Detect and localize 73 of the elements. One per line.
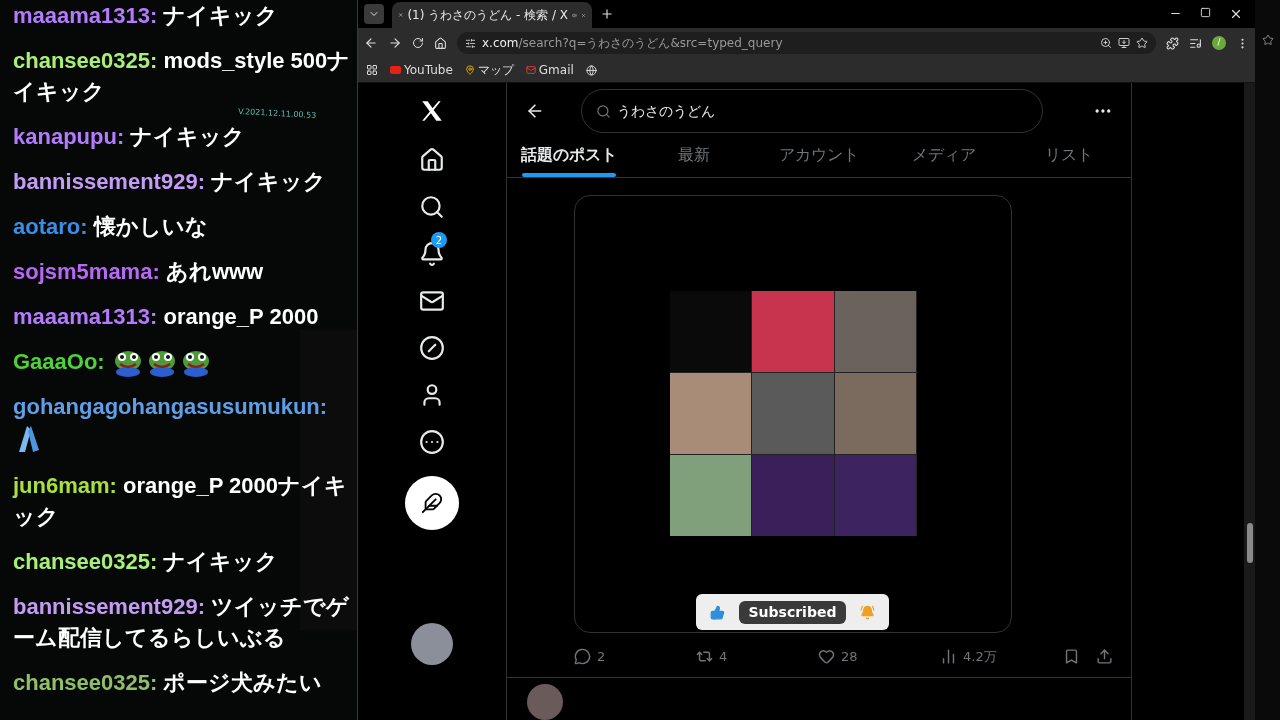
mail-icon	[525, 65, 536, 75]
close-window-icon[interactable]	[1229, 7, 1243, 21]
bookmark-star-icon[interactable]	[1136, 37, 1148, 49]
maximize-icon[interactable]	[1200, 7, 1211, 18]
bell-icon	[860, 604, 875, 620]
bookmark-item[interactable]: YouTube	[390, 61, 453, 79]
chat-message: aotaro: 懐かしいな	[13, 213, 209, 241]
chat-message: kanapupu: ナイキック	[13, 123, 247, 151]
scrollbar[interactable]	[1244, 83, 1255, 720]
mail-icon[interactable]	[419, 288, 445, 314]
back-icon[interactable]	[364, 36, 378, 50]
tab-title: (1) うわさのうどん - 検索 / X	[407, 7, 569, 24]
reload-icon[interactable]	[412, 37, 424, 49]
post-stat[interactable]: 28	[818, 646, 940, 667]
thumbs-up-icon	[710, 604, 725, 620]
share-icon[interactable]	[1096, 648, 1113, 666]
post-button[interactable]	[405, 476, 459, 530]
search-tab[interactable]: 話題のポスト	[507, 133, 632, 178]
user-avatar[interactable]	[411, 623, 453, 665]
bar-chart-icon[interactable]	[940, 648, 957, 666]
bookmark-item[interactable]: Gmail	[525, 61, 574, 79]
feather-icon[interactable]	[421, 492, 443, 514]
author-avatar	[527, 684, 563, 720]
search-icon[interactable]	[419, 194, 445, 220]
globe-icon[interactable]	[585, 64, 597, 76]
chat-message: GaaaOo:	[13, 346, 355, 378]
apps-icon[interactable]	[366, 64, 378, 76]
browser-tab[interactable]: (1) うわさのうどん - 検索 / X	[392, 2, 592, 28]
post-stat[interactable]: 4	[696, 646, 818, 667]
version-label: V.2021.12.11.00.53	[237, 106, 317, 122]
address-bar[interactable]: x.com/search?q=うわさのうどん&src=typed_query	[457, 32, 1156, 54]
zoom-icon[interactable]	[1100, 37, 1112, 49]
post-stat[interactable]: 4.2万	[940, 646, 1062, 667]
star-icon[interactable]	[1261, 34, 1274, 46]
chat-message: bannissement929: ツイッチでゲーム配信してるらしいぶる	[13, 593, 351, 653]
home-icon[interactable]	[434, 36, 447, 50]
media-card[interactable]: Subscribed	[574, 195, 1012, 634]
slashed-circle-icon[interactable]	[419, 335, 445, 361]
bookmark-item[interactable]: マップ	[464, 61, 514, 79]
new-tab-icon[interactable]	[600, 7, 614, 21]
chat-message: gohangagohangasusumukun:	[13, 391, 355, 457]
map-pin-icon	[464, 65, 475, 75]
forward-icon[interactable]	[388, 36, 402, 50]
frog-emote-icon	[180, 349, 211, 378]
bookmark-icon[interactable]	[1063, 648, 1080, 666]
search-tab[interactable]: リスト	[1006, 133, 1131, 178]
frog-emote-icon	[112, 349, 143, 378]
search-tab[interactable]: アカウント	[756, 133, 882, 178]
search-tab[interactable]: 最新	[631, 133, 757, 178]
subscribed-label: Subscribed	[738, 600, 847, 624]
search-tab[interactable]: メディア	[881, 133, 1007, 178]
profile-avatar[interactable]: /	[1212, 36, 1226, 50]
chat-message: sojsm5mama: あれwww	[13, 258, 265, 286]
chat-message: maaama1313: ナイキック	[13, 2, 280, 30]
post-stat[interactable]: 2	[574, 646, 696, 667]
chat-message: chansee0325: ポージ犬みたい	[13, 669, 324, 698]
play-logo-icon	[390, 66, 401, 74]
site-settings-icon	[465, 37, 476, 49]
url-text: x.com/search?q=うわさのうどん&src=typed_query	[482, 35, 783, 52]
notification-badge: 2	[431, 232, 447, 248]
install-app-icon[interactable]	[1118, 37, 1130, 49]
heart-icon[interactable]	[818, 648, 835, 666]
chat-message: maaama1313: orange_P 2000	[13, 303, 320, 331]
chat-message: chansee0325: ナイキック	[13, 548, 280, 577]
home-icon[interactable]	[419, 147, 445, 173]
chat-message: chansee0325: mods_style 500ナイキック	[13, 47, 352, 106]
media-control-icon[interactable]	[1189, 36, 1202, 50]
more-icon[interactable]	[419, 429, 445, 455]
chat-message: jun6mam: orange_P 2000ナイキック	[13, 472, 348, 532]
speech-bubble-icon[interactable]	[574, 648, 591, 666]
frog-emote-icon	[146, 349, 177, 378]
extensions-icon[interactable]	[1166, 36, 1179, 50]
chat-message: bannissement929: ナイキック	[13, 168, 328, 196]
